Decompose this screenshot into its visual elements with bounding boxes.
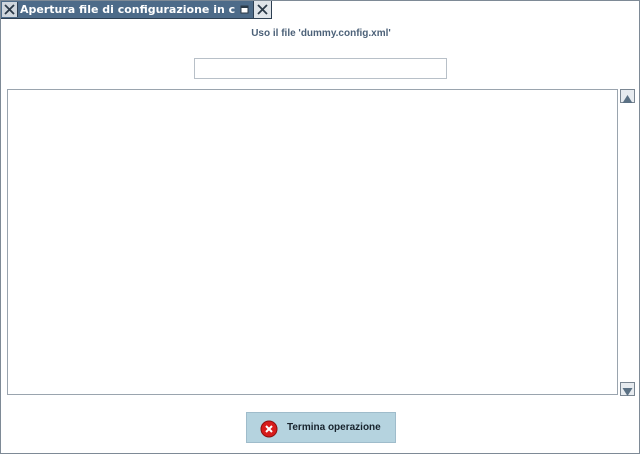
stop-error-icon	[260, 420, 278, 438]
vertical-scrollbar[interactable]	[620, 89, 635, 396]
terminate-operation-button[interactable]: Termina operazione	[246, 412, 396, 443]
window-title: Apertura file di configurazione in corso…	[20, 3, 235, 16]
maximize-icon[interactable]	[237, 2, 251, 17]
log-text-area[interactable]	[7, 89, 618, 395]
close-icon[interactable]	[253, 1, 271, 18]
window-menu-icon[interactable]	[2, 2, 18, 17]
title-bar[interactable]: Apertura file di configurazione in corso…	[1, 1, 272, 19]
arrow-up-icon	[622, 95, 633, 103]
terminate-operation-label: Termina operazione	[287, 422, 381, 433]
scroll-up-button[interactable]	[620, 89, 635, 103]
dialog-window: Apertura file di configurazione in corso…	[0, 0, 640, 454]
current-file-label: Uso il file 'dummy.config.xml'	[251, 28, 391, 39]
scroll-down-button[interactable]	[620, 382, 635, 396]
progress-bar	[194, 58, 447, 79]
arrow-down-icon	[622, 388, 633, 396]
